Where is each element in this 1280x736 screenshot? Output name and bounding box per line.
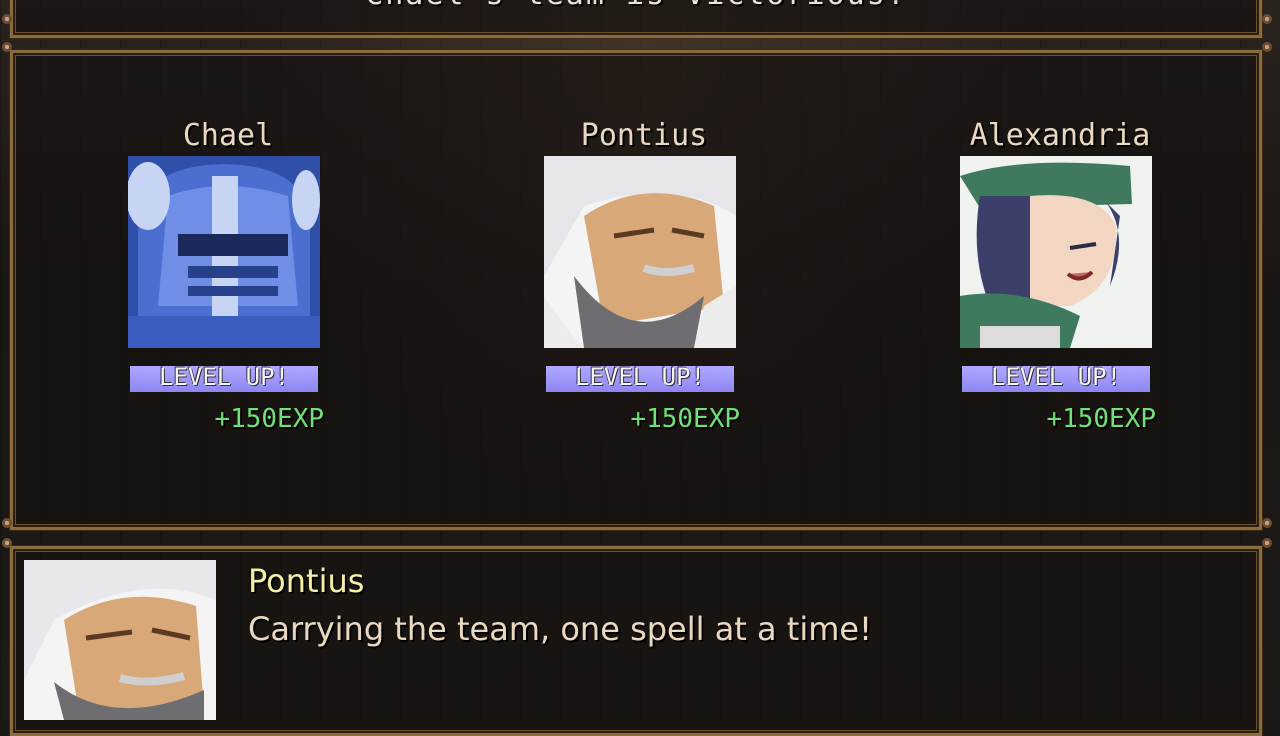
dialogue-text: Carrying the team, one spell at a time!: [248, 610, 872, 648]
old-mage-portrait: [544, 156, 736, 348]
level-up-bar: LEVEL UP!: [962, 363, 1150, 392]
victory-banner: Chael's team is Victorious!: [9, 0, 1263, 39]
level-up-bar: LEVEL UP!: [546, 363, 734, 392]
level-up-bar: LEVEL UP!: [130, 363, 318, 392]
frame-corner-ornament: [2, 538, 12, 548]
speaker-face-portrait: [24, 560, 216, 720]
frame-corner-ornament: [1262, 42, 1272, 52]
speaker-name: Pontius: [248, 562, 365, 600]
frame-corner-ornament: [2, 42, 12, 52]
archer-portrait: [960, 156, 1152, 348]
frame-corner-ornament: [1262, 538, 1272, 548]
exp-gain: +150EXP: [214, 404, 324, 434]
level-up-label: LEVEL UP!: [990, 363, 1122, 391]
knight-portrait: [128, 156, 320, 348]
frame-corner-ornament: [2, 518, 12, 528]
exp-gain: +150EXP: [1046, 404, 1156, 434]
victory-text: Chael's team is Victorious!: [13, 0, 1259, 12]
frame-corner-ornament: [1262, 14, 1272, 24]
member-name: Pontius: [580, 118, 708, 153]
level-up-label: LEVEL UP!: [574, 363, 706, 391]
member-name: Chael: [182, 118, 274, 153]
exp-gain: +150EXP: [630, 404, 740, 434]
member-name: Alexandria: [969, 118, 1151, 153]
level-up-label: LEVEL UP!: [158, 363, 290, 391]
frame-corner-ornament: [2, 14, 12, 24]
frame-corner-ornament: [1262, 518, 1272, 528]
